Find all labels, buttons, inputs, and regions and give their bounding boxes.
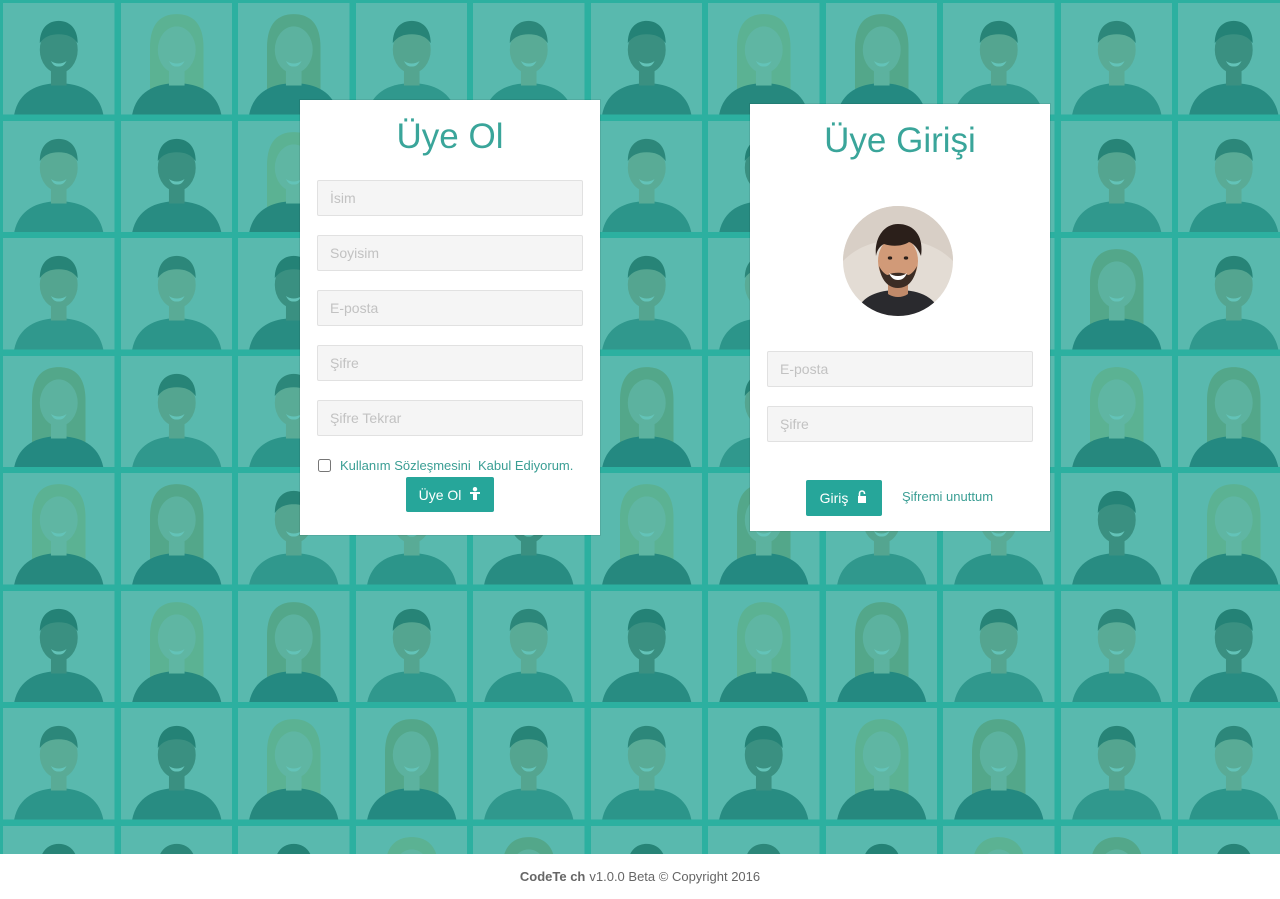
login-button[interactable]: Giriş — [806, 480, 882, 516]
terms-label: Kullanım Sözleşmesini Kabul Ediyorum. — [340, 458, 574, 473]
terms-agreement[interactable]: Kullanım Sözleşmesini Kabul Ediyorum. — [318, 458, 573, 473]
register-title: Üye Ol — [396, 117, 504, 156]
login-card: Üye Girişi — [750, 104, 1050, 531]
background-photo-wall — [0, 0, 1280, 854]
last-name-input[interactable] — [317, 235, 583, 271]
register-button-label: Üye Ol — [418, 486, 462, 503]
teal-overlay — [0, 0, 1280, 854]
register-password-input[interactable] — [317, 345, 583, 381]
terms-checkbox[interactable] — [318, 459, 331, 472]
footer-copyright: v1.0.0 Beta © Copyright 2016 — [589, 869, 761, 884]
register-email-input[interactable] — [317, 290, 583, 326]
login-title: Üye Girişi — [824, 121, 976, 160]
login-button-label: Giriş — [819, 490, 849, 506]
first-name-input[interactable] — [317, 180, 583, 216]
footer: CodeTe ch v1.0.0 Beta © Copyright 2016 — [0, 854, 1280, 899]
login-email-input[interactable] — [767, 351, 1033, 387]
forgot-password-link[interactable]: Şifremi unuttum — [902, 489, 993, 504]
register-password-repeat-input[interactable] — [317, 400, 583, 436]
register-button[interactable]: Üye Ol — [406, 477, 494, 512]
footer-brand: CodeTe ch — [519, 869, 586, 884]
login-password-input[interactable] — [767, 406, 1033, 442]
unlock-icon — [856, 490, 868, 506]
user-avatar — [843, 206, 953, 316]
user-icon — [469, 486, 481, 503]
